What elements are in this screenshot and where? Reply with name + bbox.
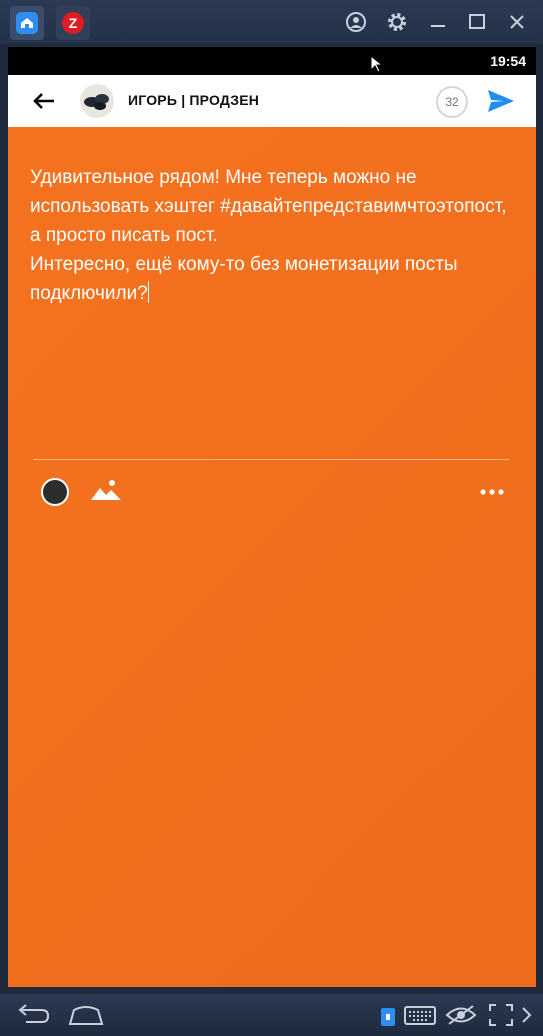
eye-icon[interactable] [445, 1002, 477, 1028]
post-text-area[interactable]: Удивительное рядом! Мне теперь можно не … [30, 163, 510, 308]
navigation-bar [0, 994, 543, 1036]
editor-app-bar: ИГОРЬ | ПРОДЗЕН 32 [8, 75, 536, 127]
emulator-title-bar: Z [0, 0, 543, 44]
back-icon[interactable] [12, 1002, 52, 1028]
mouse-cursor-icon [370, 55, 384, 73]
home-icon[interactable] [66, 1002, 106, 1028]
post-editor[interactable]: Удивительное рядом! Мне теперь можно не … [8, 127, 536, 987]
lock-icon[interactable] [379, 1002, 399, 1028]
close-icon[interactable] [505, 10, 529, 34]
zen-app-tab[interactable]: Z [56, 6, 90, 40]
channel-name[interactable]: ИГОРЬ | ПРОДЗЕН [128, 92, 259, 108]
image-icon[interactable] [90, 478, 122, 502]
status-time: 19:54 [490, 53, 526, 69]
character-counter: 32 [436, 86, 468, 118]
status-bar: 19:54 [8, 47, 536, 75]
maximize-icon[interactable] [465, 10, 489, 34]
keyboard-icon[interactable] [403, 1002, 437, 1028]
account-icon[interactable] [344, 10, 368, 34]
home-tab[interactable] [10, 6, 44, 40]
post-text: Удивительное рядом! Мне теперь можно не … [30, 167, 507, 304]
fullscreen-icon[interactable] [487, 1002, 515, 1028]
divider [33, 459, 509, 460]
zen-app-icon: Z [62, 12, 84, 34]
gear-icon[interactable] [385, 10, 409, 34]
channel-avatar[interactable] [80, 84, 114, 118]
chevron-right-icon[interactable] [520, 1002, 534, 1028]
text-caret [147, 281, 149, 303]
more-icon[interactable] [479, 483, 505, 495]
minimize-icon[interactable] [426, 10, 450, 34]
home-icon [16, 12, 38, 34]
back-arrow-icon[interactable] [30, 89, 58, 113]
send-icon[interactable] [486, 88, 516, 114]
background-color-icon[interactable] [41, 478, 69, 506]
